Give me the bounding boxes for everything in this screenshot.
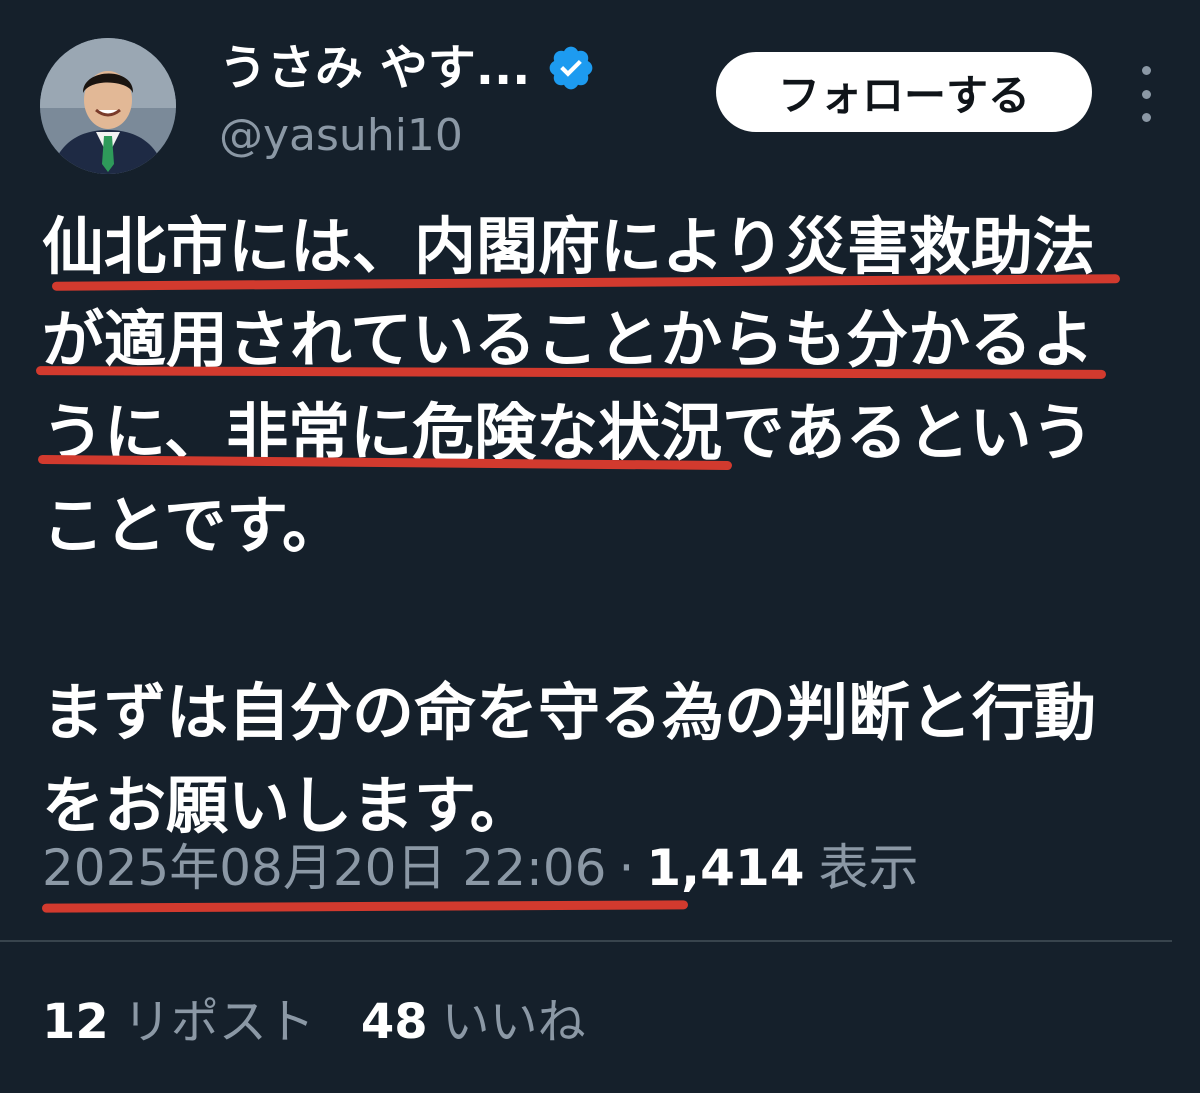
- display-name-text[interactable]: うさみ やす...: [219, 40, 530, 96]
- meta-separator: ·: [618, 839, 635, 897]
- author-avatar[interactable]: [40, 38, 176, 174]
- tweet-line-4: ことです。: [42, 489, 344, 562]
- tweet-line-5: まずは自分の命を守る為の判断と行動: [42, 676, 1097, 749]
- more-vertical-icon[interactable]: [1132, 66, 1160, 122]
- engagement-stats: 12 リポスト 48 いいね: [42, 992, 586, 1052]
- more-dot: [1141, 113, 1151, 122]
- tweet-text: 仙北市には、内閣府により災害救助法 が適用されていることからも分かるよ うに、非…: [42, 200, 1172, 852]
- likes-label: いいね: [441, 994, 586, 1050]
- reposts-stat[interactable]: 12 リポスト: [42, 994, 315, 1050]
- views-label: 表示: [818, 839, 919, 897]
- verified-badge-icon: [546, 43, 596, 93]
- reposts-count: 12: [42, 994, 109, 1050]
- avatar-photo: [40, 38, 176, 174]
- divider: [0, 940, 1172, 942]
- author-handle[interactable]: @yasuhi10: [219, 110, 463, 162]
- more-dot: [1141, 89, 1151, 99]
- more-dot: [1141, 66, 1151, 75]
- likes-stat[interactable]: 48 いいね: [361, 994, 586, 1050]
- red-underline-annotation: [41, 900, 689, 913]
- author-display-name[interactable]: うさみ やす...: [219, 40, 596, 96]
- tweet-timestamp[interactable]: 2025年08月20日 22:06: [42, 839, 606, 897]
- follow-button[interactable]: フォローする: [716, 52, 1092, 132]
- tweet-meta: 2025年08月20日 22:06 · 1,414 表示: [42, 836, 919, 900]
- views-count: 1,414: [646, 839, 805, 897]
- reposts-label: リポスト: [122, 994, 315, 1050]
- likes-count: 48: [360, 994, 428, 1050]
